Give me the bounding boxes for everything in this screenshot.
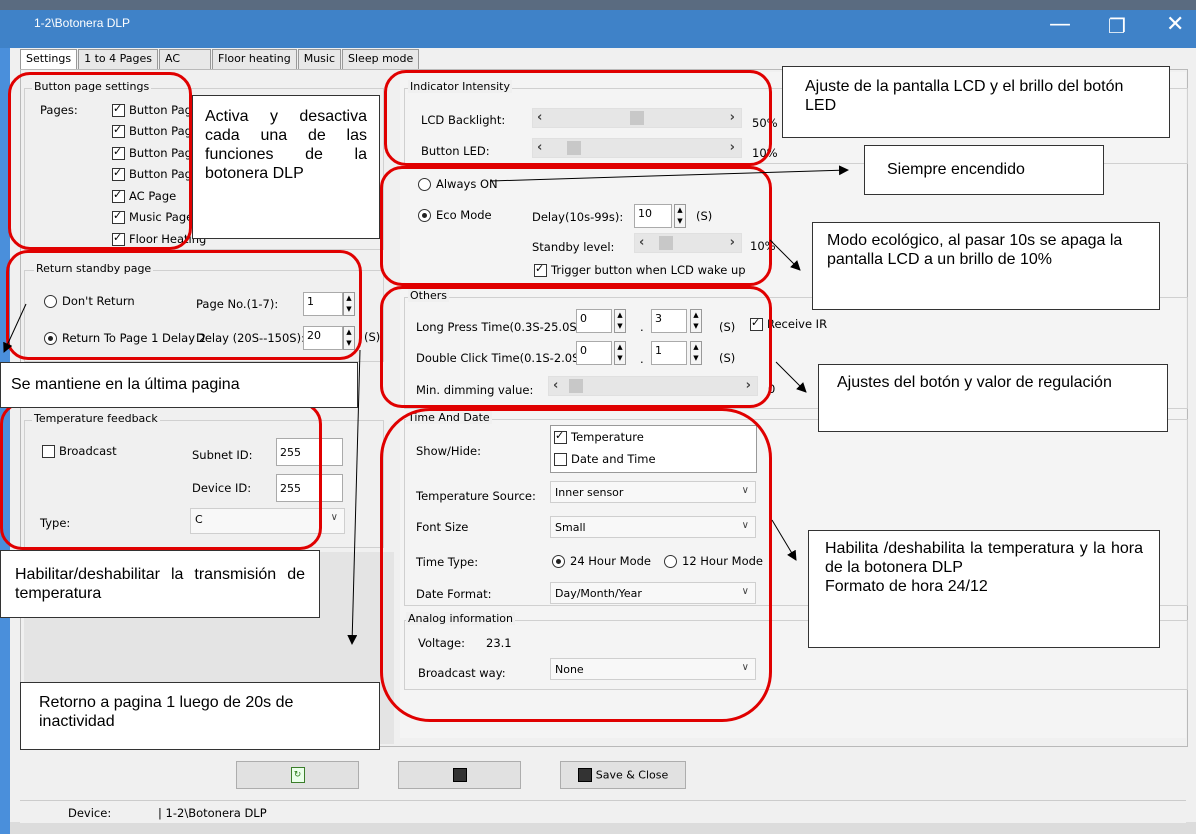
arrow-eco <box>769 239 801 271</box>
note-habilita-temperatura: Habilita /deshabilita la temperatura y l… <box>808 530 1160 648</box>
note-siempre: Siempre encendido <box>864 145 1104 195</box>
arrow-always-on <box>489 165 849 182</box>
note-habilita-text: Habilita /deshabilita la temperatura y l… <box>825 540 1143 576</box>
note-habilitar-transmision: Habilitar/deshabilitar la transmisión de… <box>0 550 320 618</box>
note-formato-text: Formato de hora 24/12 <box>825 578 988 595</box>
arrow-others <box>775 361 807 393</box>
note-ajustes-boton: Ajustes del botón y valor de regulación <box>818 364 1168 432</box>
arrow-mantiene <box>3 303 27 353</box>
note-retorno: Retorno a pagina 1 luego de 20s de inact… <box>20 682 380 750</box>
note-ajuste-lcd: Ajuste de la pantalla LCD y el brillo de… <box>782 66 1170 138</box>
note-modo-ecologico: Modo ecológico, al pasar 10s se apaga la… <box>812 222 1160 310</box>
arrow-time-date <box>771 519 797 561</box>
note-activa: Activa y desactiva cada una de las funci… <box>192 95 380 239</box>
note-mantiene: Se mantiene en la última pagina <box>0 362 358 408</box>
